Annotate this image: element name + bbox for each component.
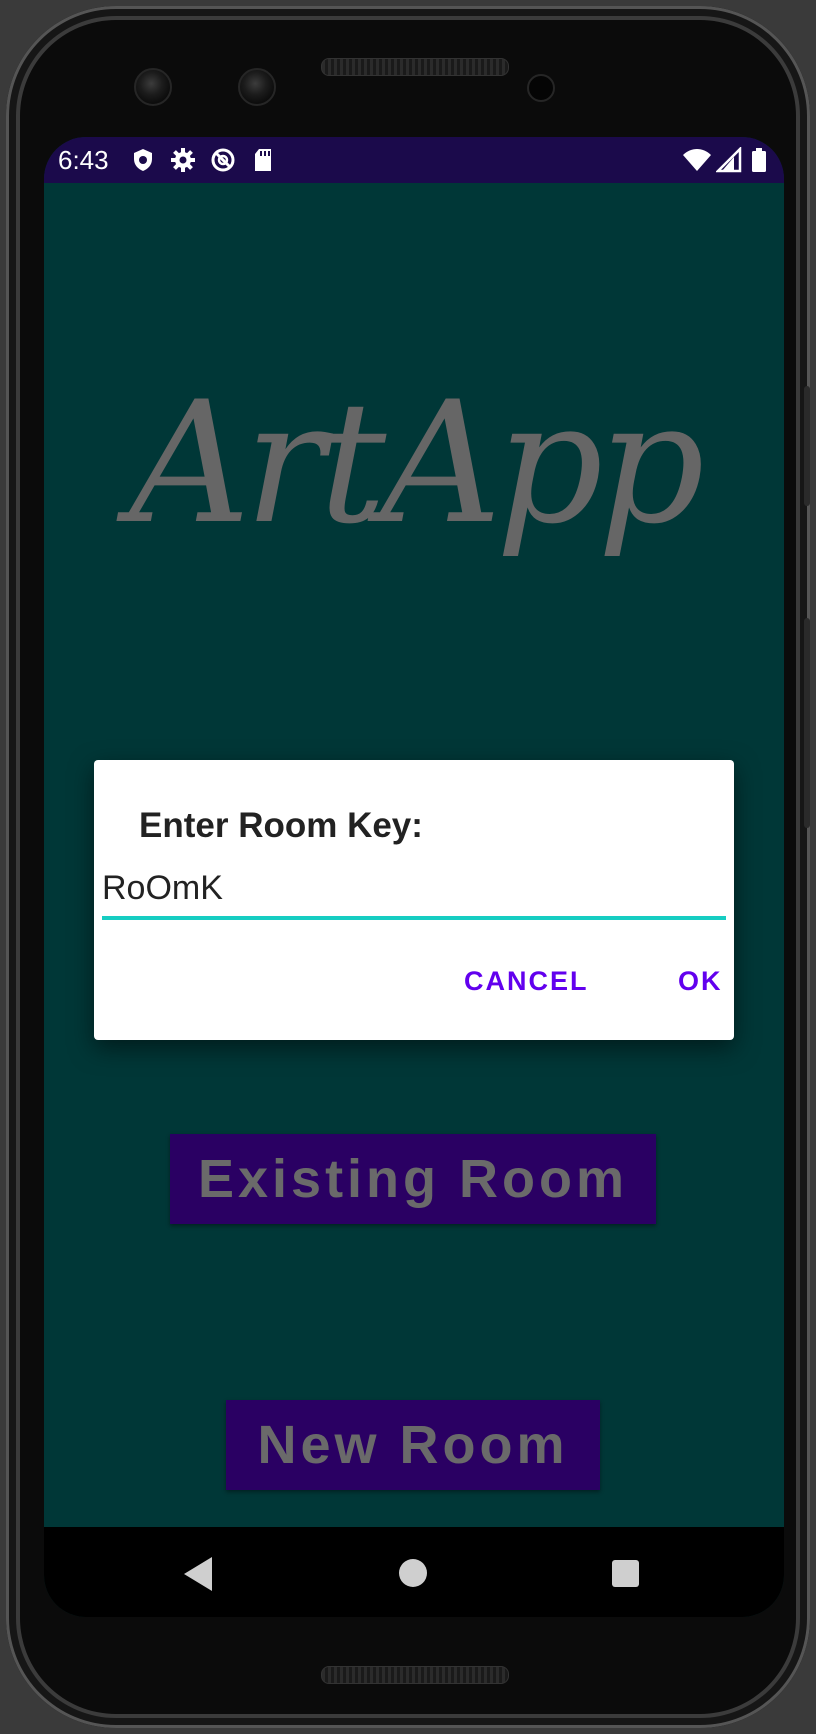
- bottom-speaker: [321, 1666, 509, 1684]
- sensor-icon: [238, 68, 276, 106]
- dialog-title: Enter Room Key:: [139, 806, 423, 845]
- app-content: ArtApp Existing Room New Room Enter Room…: [44, 183, 784, 1527]
- existing-room-button[interactable]: Existing Room: [170, 1134, 656, 1224]
- recents-icon[interactable]: [612, 1560, 639, 1587]
- top-speaker: [321, 58, 509, 76]
- shield-icon: [134, 149, 152, 171]
- power-button: [804, 618, 810, 828]
- new-room-button[interactable]: New Room: [226, 1400, 600, 1490]
- ok-button[interactable]: OK: [678, 966, 723, 997]
- navigation-bar: [44, 1527, 784, 1617]
- sd-card-icon: [255, 149, 271, 171]
- gear-icon: [171, 148, 195, 172]
- home-icon[interactable]: [399, 1559, 427, 1587]
- app-logo: ArtApp: [129, 365, 705, 561]
- phone-frame: 6:43 ArtApp Existing Room New Room Enter…: [6, 6, 810, 1728]
- back-icon[interactable]: [184, 1557, 212, 1591]
- sensor-icon: [134, 68, 172, 106]
- volume-button: [804, 386, 810, 506]
- room-key-input[interactable]: [102, 860, 726, 920]
- battery-icon: [752, 148, 766, 172]
- wifi-icon: [683, 149, 711, 171]
- data-saver-icon: [211, 148, 235, 172]
- screen: 6:43 ArtApp Existing Room New Room Enter…: [44, 137, 784, 1617]
- cancel-button[interactable]: CANCEL: [464, 966, 589, 997]
- status-bar: 6:43: [44, 137, 784, 183]
- signal-icon: [716, 147, 742, 173]
- status-time: 6:43: [58, 145, 109, 175]
- room-key-dialog: Enter Room Key: CANCEL OK: [94, 760, 734, 1040]
- front-camera-icon: [527, 74, 555, 102]
